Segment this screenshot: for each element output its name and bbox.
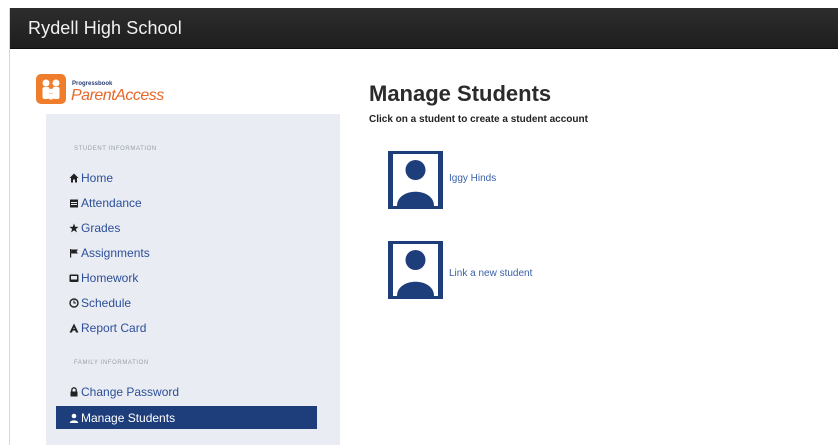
sidebar-item-homework[interactable]: Homework	[69, 269, 138, 287]
sidebar-item-home[interactable]: Home	[69, 169, 113, 187]
calendar-icon	[69, 198, 79, 208]
sidebar-item-change-password[interactable]: Change Password	[69, 383, 179, 401]
sidebar-item-report-card[interactable]: Report Card	[69, 319, 146, 337]
sidebar-item-label: Schedule	[81, 296, 132, 310]
sidebar-item-attendance[interactable]: Attendance	[69, 194, 142, 212]
link-new-student-label: Link a new student	[449, 268, 533, 279]
sidebar-item-label: Homework	[81, 271, 139, 285]
page-title: Manage Students	[369, 81, 552, 106]
book-icon	[69, 273, 79, 283]
flag-icon	[69, 248, 79, 258]
sidebar-item-label: Assignments	[81, 246, 150, 260]
student-name: Iggy Hinds	[449, 173, 497, 184]
sidebar-item-label: Change Password	[81, 385, 180, 399]
clock-icon	[69, 298, 79, 308]
page-subtitle: Click on a student to create a student a…	[369, 114, 588, 125]
sidebar-item-label: Manage Students	[81, 410, 176, 425]
link-new-student-card[interactable]: Link a new student	[388, 241, 608, 301]
student-avatar-icon	[388, 241, 443, 299]
report-card-icon	[69, 323, 79, 333]
sidebar: STUDENT INFORMATION Home Attendance Grad…	[46, 114, 340, 445]
sidebar-item-label: Report Card	[81, 321, 147, 335]
sidebar-item-label: Attendance	[81, 196, 142, 210]
user-icon	[69, 413, 79, 423]
home-icon	[69, 173, 79, 183]
parent-access-logo[interactable]: Progressbook ParentAccess	[36, 72, 206, 112]
sidebar-item-assignments[interactable]: Assignments	[69, 244, 150, 262]
student-information-label: STUDENT INFORMATION	[74, 146, 157, 152]
top-bar: Rydell High School	[10, 8, 838, 49]
sidebar-item-manage-students[interactable]: Manage Students	[56, 406, 317, 429]
sidebar-item-label: Home	[81, 171, 114, 185]
family-icon	[36, 74, 66, 104]
student-avatar-icon	[388, 151, 443, 209]
logo-big-text: ParentAccess	[71, 87, 164, 104]
sidebar-item-label: Grades	[81, 221, 121, 235]
star-icon	[69, 223, 79, 233]
app-window: Rydell High School Progressbook ParentAc…	[9, 8, 838, 445]
lock-icon	[69, 387, 79, 397]
student-card-iggy-hinds[interactable]: Iggy Hinds	[388, 151, 608, 211]
sidebar-item-grades[interactable]: Grades	[69, 219, 120, 237]
family-information-label: FAMILY INFORMATION	[74, 360, 149, 366]
school-name: Rydell High School	[28, 18, 182, 38]
sidebar-item-schedule[interactable]: Schedule	[69, 294, 131, 312]
